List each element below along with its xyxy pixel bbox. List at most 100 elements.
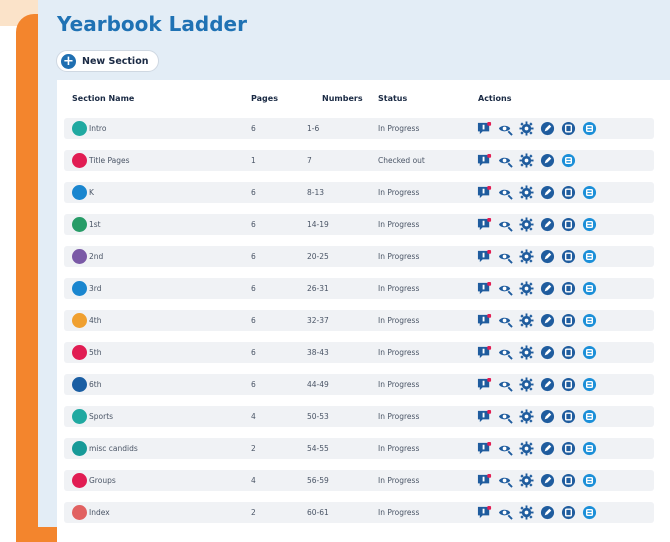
delete-icon[interactable] [561, 153, 576, 168]
settings-icon[interactable] [519, 185, 534, 200]
preview-icon[interactable] [498, 441, 513, 456]
section-name[interactable]: Index [89, 502, 110, 523]
table-row[interactable]: misc candids 2 54-55 In Progress [64, 438, 654, 459]
preview-icon[interactable] [498, 313, 513, 328]
settings-icon[interactable] [519, 505, 534, 520]
delete-icon[interactable] [582, 313, 597, 328]
table-row[interactable]: K 6 8-13 In Progress [64, 182, 654, 203]
comment-icon[interactable] [477, 185, 492, 200]
comment-icon[interactable] [477, 505, 492, 520]
preview-icon[interactable] [498, 121, 513, 136]
settings-icon[interactable] [519, 217, 534, 232]
preview-icon[interactable] [498, 281, 513, 296]
section-name[interactable]: Title Pages [89, 150, 130, 171]
table-row[interactable]: Title Pages 1 7 Checked out [64, 150, 654, 171]
copy-icon[interactable] [561, 281, 576, 296]
copy-icon[interactable] [561, 121, 576, 136]
settings-icon[interactable] [519, 377, 534, 392]
edit-icon[interactable] [540, 409, 555, 424]
section-name[interactable]: 5th [89, 342, 101, 363]
new-section-button[interactable]: + New Section [56, 50, 160, 72]
table-row[interactable]: Intro 6 1-6 In Progress [64, 118, 654, 139]
section-name[interactable]: K [89, 182, 94, 203]
copy-icon[interactable] [561, 473, 576, 488]
comment-icon[interactable] [477, 345, 492, 360]
copy-icon[interactable] [561, 249, 576, 264]
settings-icon[interactable] [519, 441, 534, 456]
settings-icon[interactable] [519, 313, 534, 328]
copy-icon[interactable] [561, 377, 576, 392]
settings-icon[interactable] [519, 249, 534, 264]
preview-icon[interactable] [498, 217, 513, 232]
edit-icon[interactable] [540, 345, 555, 360]
comment-icon[interactable] [477, 217, 492, 232]
edit-icon[interactable] [540, 473, 555, 488]
settings-icon[interactable] [519, 281, 534, 296]
comment-icon[interactable] [477, 153, 492, 168]
copy-icon[interactable] [561, 217, 576, 232]
copy-icon[interactable] [561, 185, 576, 200]
preview-icon[interactable] [498, 345, 513, 360]
comment-icon[interactable] [477, 121, 492, 136]
section-name[interactable]: Sports [89, 406, 113, 427]
settings-icon[interactable] [519, 345, 534, 360]
section-name[interactable]: 3rd [89, 278, 101, 299]
delete-icon[interactable] [582, 217, 597, 232]
comment-icon[interactable] [477, 281, 492, 296]
delete-icon[interactable] [582, 505, 597, 520]
section-name[interactable]: 1st [89, 214, 101, 235]
delete-icon[interactable] [582, 473, 597, 488]
copy-icon[interactable] [561, 345, 576, 360]
section-name[interactable]: Intro [89, 118, 106, 139]
preview-icon[interactable] [498, 153, 513, 168]
table-row[interactable]: 4th 6 32-37 In Progress [64, 310, 654, 331]
table-row[interactable]: 1st 6 14-19 In Progress [64, 214, 654, 235]
preview-icon[interactable] [498, 185, 513, 200]
edit-icon[interactable] [540, 121, 555, 136]
table-row[interactable]: 5th 6 38-43 In Progress [64, 342, 654, 363]
delete-icon[interactable] [582, 121, 597, 136]
edit-icon[interactable] [540, 505, 555, 520]
copy-icon[interactable] [561, 409, 576, 424]
edit-icon[interactable] [540, 441, 555, 456]
comment-icon[interactable] [477, 249, 492, 264]
table-row[interactable]: Groups 4 56-59 In Progress [64, 470, 654, 491]
section-name[interactable]: misc candids [89, 438, 138, 459]
delete-icon[interactable] [582, 377, 597, 392]
comment-icon[interactable] [477, 377, 492, 392]
preview-icon[interactable] [498, 249, 513, 264]
comment-icon[interactable] [477, 409, 492, 424]
delete-icon[interactable] [582, 185, 597, 200]
edit-icon[interactable] [540, 185, 555, 200]
edit-icon[interactable] [540, 313, 555, 328]
edit-icon[interactable] [540, 153, 555, 168]
preview-icon[interactable] [498, 377, 513, 392]
edit-icon[interactable] [540, 377, 555, 392]
edit-icon[interactable] [540, 249, 555, 264]
delete-icon[interactable] [582, 281, 597, 296]
table-row[interactable]: 3rd 6 26-31 In Progress [64, 278, 654, 299]
section-name[interactable]: 6th [89, 374, 101, 395]
edit-icon[interactable] [540, 281, 555, 296]
delete-icon[interactable] [582, 345, 597, 360]
table-row[interactable]: Sports 4 50-53 In Progress [64, 406, 654, 427]
copy-icon[interactable] [561, 505, 576, 520]
comment-icon[interactable] [477, 313, 492, 328]
section-name[interactable]: Groups [89, 470, 116, 491]
edit-icon[interactable] [540, 217, 555, 232]
comment-icon[interactable] [477, 473, 492, 488]
section-name[interactable]: 2nd [89, 246, 103, 267]
comment-icon[interactable] [477, 441, 492, 456]
settings-icon[interactable] [519, 153, 534, 168]
delete-icon[interactable] [582, 441, 597, 456]
table-row[interactable]: Index 2 60-61 In Progress [64, 502, 654, 523]
settings-icon[interactable] [519, 121, 534, 136]
section-name[interactable]: 4th [89, 310, 101, 331]
preview-icon[interactable] [498, 505, 513, 520]
delete-icon[interactable] [582, 249, 597, 264]
settings-icon[interactable] [519, 473, 534, 488]
preview-icon[interactable] [498, 409, 513, 424]
table-row[interactable]: 2nd 6 20-25 In Progress [64, 246, 654, 267]
settings-icon[interactable] [519, 409, 534, 424]
delete-icon[interactable] [582, 409, 597, 424]
